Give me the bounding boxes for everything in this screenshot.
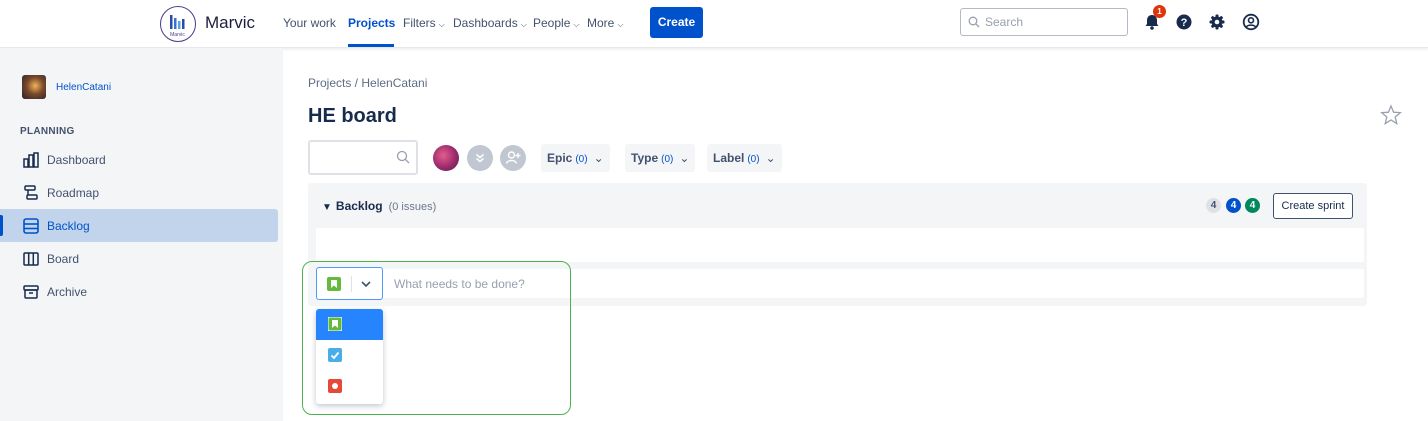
app-name[interactable]: Marvic <box>205 13 255 33</box>
chevron-down-icon: ⌄ <box>593 151 604 165</box>
dashboard-icon <box>23 152 39 168</box>
backlog-title: Backlog <box>335 199 383 213</box>
more-users-avatar[interactable] <box>467 145 493 171</box>
logo-subtext: Marvic <box>170 32 185 38</box>
sidebar-item-dashboard[interactable]: Dashboard <box>0 143 278 176</box>
label-filter[interactable]: Label (0) ⌄ <box>707 144 782 172</box>
board-search-input[interactable] <box>308 140 418 175</box>
nav-more-label: More <box>587 16 615 30</box>
nav-filters[interactable]: Filters ⌵ <box>403 16 445 30</box>
top-navigation-bar: Marvic Marvic Your work Projects Filters… <box>0 0 1428 48</box>
active-nav-indicator <box>348 44 394 47</box>
nav-your-work[interactable]: Your work <box>283 16 336 30</box>
nav-more[interactable]: More ⌵ <box>587 16 623 30</box>
nav-dashboards-label: Dashboards <box>453 16 518 30</box>
add-people-button[interactable] <box>500 145 526 171</box>
epic-filter-count: (0) <box>575 154 588 165</box>
nav-projects[interactable]: Projects <box>348 16 395 30</box>
project-sidebar: HelenCatani PLANNING Dashboard Roadmap B… <box>0 48 283 421</box>
nav-projects-label: Projects <box>348 16 396 30</box>
chevrons-down-icon <box>475 153 485 163</box>
backlog-header[interactable]: ▼ Backlog (0 issues) <box>322 199 436 213</box>
nav-dashboards[interactable]: Dashboards ⌵ <box>453 16 527 30</box>
sidebar-item-label: Dashboard <box>47 153 106 167</box>
sidebar-item-label: Roadmap <box>47 186 100 200</box>
chevron-down-icon: ⌵ <box>520 20 527 29</box>
page-title: HE board <box>308 105 397 127</box>
epic-filter-label: Epic <box>547 151 573 165</box>
sidebar-item-label: Board <box>47 252 80 266</box>
notification-count-badge: 1 <box>1153 5 1166 18</box>
label-filter-count: (0) <box>747 154 760 165</box>
chevron-down-icon: ▼ <box>322 202 332 213</box>
in-progress-count-badge: 4 <box>1226 198 1241 213</box>
search-input[interactable] <box>985 9 1125 35</box>
chevron-down-icon: ⌵ <box>617 20 624 29</box>
breadcrumb[interactable]: Projects / HelenCatani <box>308 76 427 90</box>
search-icon <box>396 150 410 164</box>
roadmap-icon <box>24 185 38 200</box>
done-count-badge: 4 <box>1245 198 1260 213</box>
type-filter[interactable]: Type (0) ⌄ <box>625 144 696 172</box>
sidebar-item-roadmap[interactable]: Roadmap <box>0 176 278 209</box>
search-icon <box>968 16 980 28</box>
type-filter-count: (0) <box>661 154 674 165</box>
user-avatar[interactable] <box>433 145 459 171</box>
backlog-icon <box>23 218 39 234</box>
chevron-down-icon: ⌵ <box>438 20 445 29</box>
archive-icon <box>23 285 39 299</box>
label-filter-label: Label <box>713 151 745 165</box>
board-icon <box>23 252 39 266</box>
create-button[interactable]: Create <box>650 7 703 38</box>
type-filter-label: Type <box>631 151 659 165</box>
help-icon[interactable]: ? <box>1174 12 1194 32</box>
sidebar-item-label: Archive <box>47 285 88 299</box>
user-profile-icon[interactable] <box>1241 12 1261 32</box>
nav-your-work-label: Your work <box>283 16 336 30</box>
nav-filters-label: Filters <box>403 16 436 30</box>
global-search[interactable] <box>960 8 1128 36</box>
chevron-down-icon: ⌄ <box>679 151 690 165</box>
backlog-empty-row <box>316 228 1364 262</box>
sidebar-item-backlog[interactable]: Backlog <box>0 209 278 242</box>
marvic-logo-icon[interactable]: Marvic <box>160 6 196 42</box>
highlight-outline <box>302 261 571 415</box>
planning-section-label: PLANNING <box>20 126 75 137</box>
sidebar-item-board[interactable]: Board <box>0 242 278 275</box>
sidebar-item-label: Backlog <box>47 219 90 233</box>
project-name[interactable]: HelenCatani <box>56 82 111 93</box>
backlog-issue-count: (0 issues) <box>388 201 437 213</box>
nav-people-label: People <box>533 16 571 30</box>
chevron-down-icon: ⌵ <box>573 20 580 29</box>
svg-text:?: ? <box>1181 17 1188 29</box>
star-icon[interactable] <box>1380 104 1402 126</box>
project-avatar <box>22 75 46 99</box>
chevron-down-icon: ⌄ <box>765 151 776 165</box>
nav-people[interactable]: People ⌵ <box>533 16 579 30</box>
sidebar-item-archive[interactable]: Archive <box>0 275 278 308</box>
add-person-icon <box>505 151 521 164</box>
todo-count-badge: 4 <box>1206 198 1221 213</box>
settings-gear-icon[interactable] <box>1207 12 1227 32</box>
epic-filter[interactable]: Epic (0) ⌄ <box>541 144 610 172</box>
create-sprint-button[interactable]: Create sprint <box>1273 193 1353 219</box>
